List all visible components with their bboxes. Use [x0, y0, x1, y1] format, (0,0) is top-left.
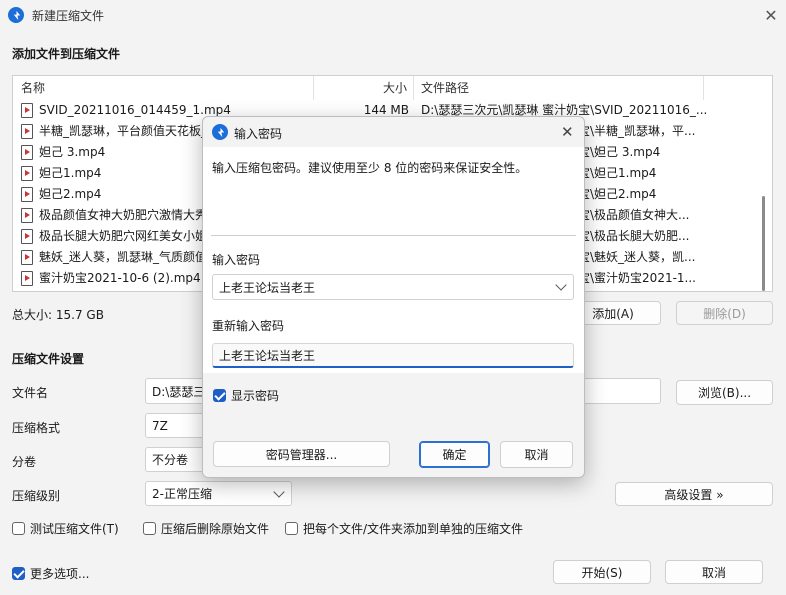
format-value: 7Z — [152, 418, 168, 433]
add-files-section-title: 添加文件到压缩文件 — [12, 47, 121, 61]
file-name: 蜜汁奶宝2021-10-6 (2).mp4 — [39, 271, 201, 285]
close-icon: ✕ — [764, 5, 778, 25]
password-input[interactable]: 上老王论坛当老王 — [212, 274, 574, 300]
each-separate-option[interactable]: 把每个文件/文件夹添加到单独的压缩文件 — [285, 520, 523, 537]
file-path: 宝\极品颜值女神大... — [578, 208, 690, 222]
format-select[interactable]: 7Z — [145, 413, 205, 438]
test-archive-label: 测试压缩文件(T) — [30, 522, 119, 536]
show-password-checkbox[interactable] — [213, 389, 226, 402]
video-file-icon — [21, 229, 33, 244]
ok-button[interactable]: 确定 — [419, 441, 490, 468]
delete-after-option[interactable]: 压缩后删除原始文件 — [143, 520, 269, 537]
advanced-settings-button[interactable]: 高级设置 » — [615, 482, 773, 506]
file-name: 半糖_凯瑟琳，平台颜值天花板_ — [39, 124, 208, 138]
video-file-icon — [21, 145, 33, 160]
column-header-path[interactable]: 文件路径 — [421, 76, 469, 100]
start-button[interactable]: 开始(S) — [553, 560, 651, 584]
cancel-button[interactable]: 取消 — [665, 560, 763, 584]
split-select[interactable]: 不分卷 — [145, 447, 205, 472]
filename-label: 文件名 — [12, 386, 49, 400]
dialog-cancel-button[interactable]: 取消 — [500, 441, 573, 468]
file-name: 魅妖_迷人葵，凯瑟琳_气质颜值 — [39, 250, 208, 264]
chevron-down-icon[interactable] — [555, 279, 567, 291]
column-divider[interactable] — [313, 76, 314, 100]
divider — [211, 235, 576, 236]
file-path: 宝\妲己2.mp4 — [578, 187, 657, 201]
password-label: 输入密码 — [212, 253, 261, 267]
file-path: 宝\半糖_凯瑟琳，平... — [578, 124, 696, 138]
file-name: 极品颜值女神大奶肥穴激情大秀 — [39, 208, 208, 222]
level-value: 2-正常压缩 — [152, 487, 212, 501]
total-size-label: 总大小: 15.7 GB — [12, 308, 104, 322]
filename-value: D:\瑟瑟三 — [152, 384, 206, 399]
level-label: 压缩级别 — [12, 489, 61, 503]
dialog-body: 输入压缩包密码。建议使用至少 8 位的密码来保证安全性。 输入密码 上老王论坛当… — [203, 147, 584, 373]
column-header-size[interactable]: 大小 — [383, 76, 407, 100]
file-path: 宝\妲己 3.mp4 — [578, 145, 661, 159]
password-dialog: 输入密码 ✕ 输入压缩包密码。建议使用至少 8 位的密码来保证安全性。 输入密码… — [202, 116, 585, 478]
test-archive-option[interactable]: 测试压缩文件(T) — [12, 520, 119, 537]
file-name: 妲己1.mp4 — [39, 166, 102, 180]
more-options-checkbox[interactable] — [12, 567, 25, 580]
file-path: 宝\妲己1.mp4 — [578, 166, 657, 180]
video-file-icon — [21, 124, 33, 139]
window-title: 新建压缩文件 — [32, 9, 105, 23]
file-path: 宝\极品长腿大奶肥... — [578, 229, 690, 243]
close-window-button[interactable]: ✕ — [761, 5, 781, 25]
each-separate-checkbox[interactable] — [285, 522, 298, 535]
confirm-password-input[interactable]: 上老王论坛当老王 — [212, 343, 574, 368]
confirm-password-value: 上老王论坛当老王 — [219, 348, 316, 363]
video-file-icon — [21, 187, 33, 202]
dialog-title: 输入密码 — [234, 127, 283, 141]
format-label: 压缩格式 — [12, 421, 61, 435]
video-file-icon — [21, 271, 33, 286]
file-name: 妲己2.mp4 — [39, 187, 102, 201]
confirm-password-label: 重新输入密码 — [212, 319, 285, 333]
title-bar: 新建压缩文件 ✕ — [0, 0, 786, 30]
password-manager-button[interactable]: 密码管理器... — [213, 441, 390, 467]
show-password-option[interactable]: 显示密码 — [213, 387, 279, 404]
file-name: 妲己 3.mp4 — [39, 145, 106, 159]
show-password-label: 显示密码 — [231, 389, 280, 403]
chevron-down-icon — [273, 485, 285, 498]
split-value: 不分卷 — [152, 453, 189, 467]
video-file-icon — [21, 250, 33, 265]
level-select[interactable]: 2-正常压缩 — [145, 481, 292, 506]
delete-after-checkbox[interactable] — [143, 522, 156, 535]
delete-button[interactable]: 删除(D) — [676, 301, 773, 325]
column-divider[interactable] — [413, 76, 414, 100]
app-logo-icon — [8, 7, 24, 23]
more-options-option[interactable]: 更多选项... — [12, 565, 89, 582]
column-divider[interactable] — [703, 76, 704, 100]
test-archive-checkbox[interactable] — [12, 522, 25, 535]
video-file-icon — [21, 166, 33, 181]
compression-settings-title: 压缩文件设置 — [12, 352, 85, 366]
file-name: 极品长腿大奶肥穴网红美女小姐 — [39, 229, 208, 243]
file-path: 宝\蜜汁奶宝2021-1... — [578, 271, 696, 285]
close-icon: ✕ — [561, 123, 574, 141]
file-path: 宝\魅妖_迷人葵，凯... — [578, 250, 696, 264]
app-logo-icon — [212, 124, 228, 140]
more-options-label: 更多选项... — [30, 567, 90, 581]
dialog-description: 输入压缩包密码。建议使用至少 8 位的密码来保证安全性。 — [212, 161, 528, 175]
delete-after-label: 压缩后删除原始文件 — [161, 522, 270, 536]
video-file-icon — [21, 208, 33, 223]
split-label: 分卷 — [12, 455, 37, 469]
column-header-name[interactable]: 名称 — [21, 76, 45, 100]
file-list-scrollbar[interactable] — [762, 196, 765, 291]
dialog-close-button[interactable]: ✕ — [561, 123, 574, 141]
browse-button[interactable]: 浏览(B)... — [676, 380, 773, 405]
each-separate-label: 把每个文件/文件夹添加到单独的压缩文件 — [303, 522, 524, 536]
password-value: 上老王论坛当老王 — [219, 280, 316, 295]
video-file-icon — [21, 103, 33, 118]
